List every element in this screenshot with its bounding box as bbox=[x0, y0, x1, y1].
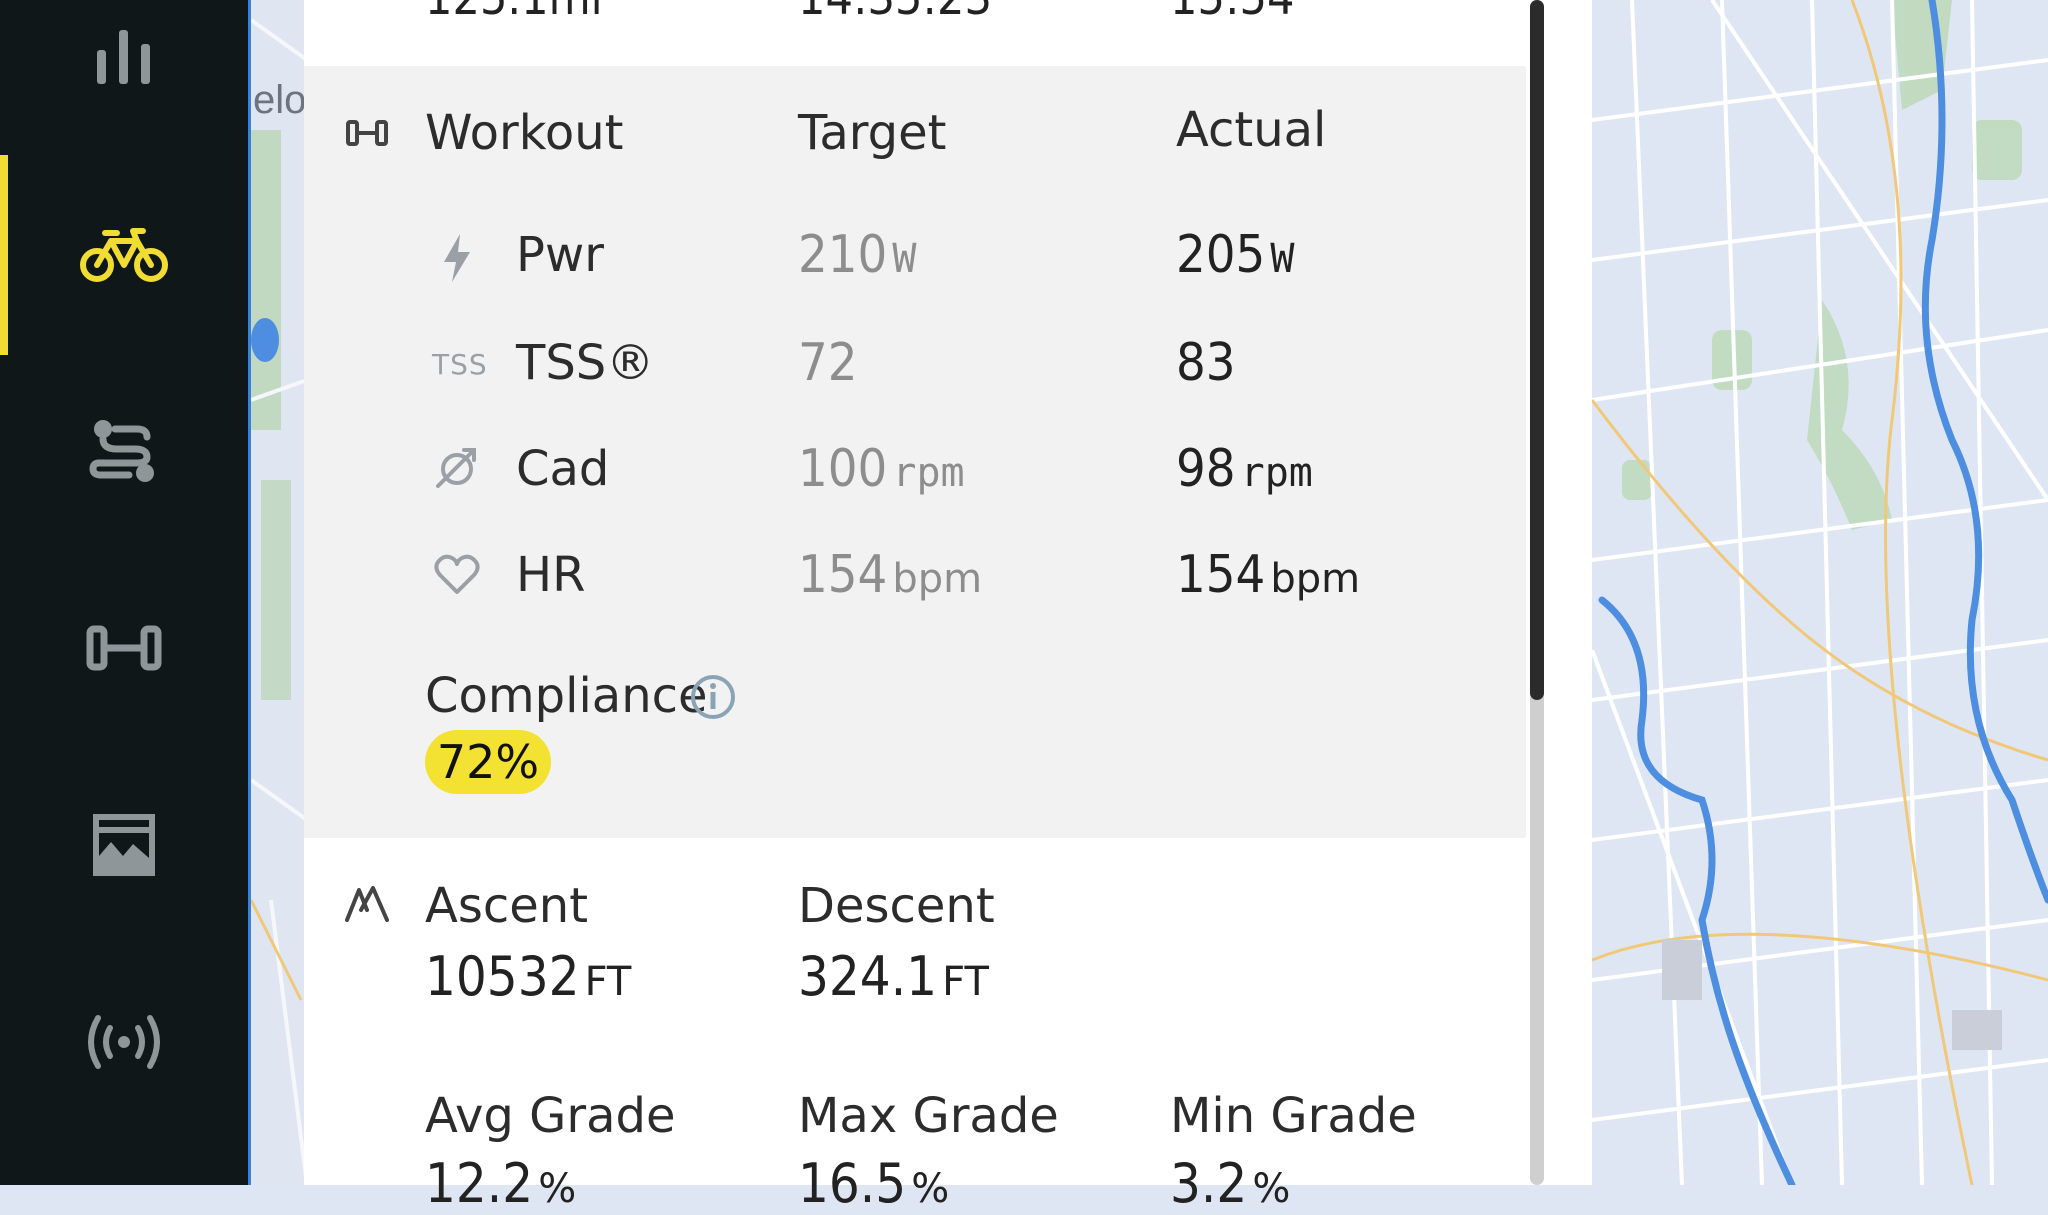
actual-header: Actual bbox=[1176, 102, 1327, 158]
hr-label: HR bbox=[516, 547, 586, 603]
cad-label: Cad bbox=[516, 441, 610, 497]
broadcast-icon bbox=[88, 1015, 160, 1069]
summary-distance: 125.1mi bbox=[425, 0, 603, 26]
mountains-icon bbox=[345, 886, 389, 922]
hr-actual: 154 bpm bbox=[1176, 545, 1361, 605]
descent-label: Descent bbox=[798, 878, 995, 934]
sidebar-item-ride[interactable] bbox=[0, 155, 248, 355]
image-chart-icon bbox=[93, 814, 155, 876]
pwr-target: 210 W bbox=[798, 225, 917, 285]
lightning-icon bbox=[444, 234, 470, 282]
tss-icon: TSS bbox=[432, 348, 488, 381]
sidebar-item-live[interactable] bbox=[0, 942, 248, 1142]
dumbbell-icon bbox=[346, 120, 388, 146]
sidebar-item-analysis[interactable] bbox=[0, 745, 248, 945]
cadence-icon bbox=[436, 448, 476, 488]
tss-actual: 83 bbox=[1176, 333, 1236, 393]
avg-grade-value: 12.2 % bbox=[425, 1152, 577, 1215]
cad-target: 100 rpm bbox=[798, 439, 965, 499]
sidebar-item-workouts[interactable] bbox=[0, 548, 248, 748]
descent-value: 324.1 FT bbox=[798, 945, 989, 1008]
info-icon[interactable] bbox=[690, 674, 736, 720]
compliance-label: Compliance bbox=[425, 668, 708, 724]
workout-title: Workout bbox=[425, 105, 624, 161]
map-view[interactable] bbox=[1592, 0, 2048, 1185]
sidebar-item-routes[interactable] bbox=[0, 352, 248, 552]
dumbbell-icon bbox=[86, 625, 162, 671]
bar-chart-icon bbox=[97, 30, 150, 84]
map-place-label: elo bbox=[253, 78, 307, 122]
target-header: Target bbox=[798, 105, 947, 161]
ascent-label: Ascent bbox=[425, 878, 589, 934]
min-grade-value: 3.2 % bbox=[1170, 1152, 1291, 1215]
pwr-actual: 205 W bbox=[1176, 225, 1295, 285]
ascent-value: 10532 FT bbox=[425, 945, 632, 1008]
summary-third: 15:54 bbox=[1170, 0, 1294, 26]
app-sidebar bbox=[0, 0, 248, 1185]
summary-time: 14:35:23 bbox=[798, 0, 992, 26]
max-grade-label: Max Grade bbox=[798, 1088, 1059, 1144]
compliance-badge: 72% bbox=[425, 730, 551, 794]
heart-icon bbox=[434, 554, 480, 594]
cad-actual: 98 rpm bbox=[1176, 439, 1313, 499]
max-grade-value: 16.5 % bbox=[798, 1152, 950, 1215]
min-grade-label: Min Grade bbox=[1170, 1088, 1417, 1144]
tss-target: 72 bbox=[798, 333, 858, 393]
scrollbar-thumb[interactable] bbox=[1530, 0, 1544, 700]
avg-grade-label: Avg Grade bbox=[425, 1088, 676, 1144]
bike-icon bbox=[80, 228, 168, 282]
hr-target: 154 bpm bbox=[798, 545, 983, 605]
sidebar-item-stats[interactable] bbox=[0, 0, 248, 155]
pwr-label: Pwr bbox=[516, 227, 604, 283]
route-icon bbox=[89, 420, 154, 482]
tss-label: TSS® bbox=[516, 335, 655, 391]
map-strip-left[interactable]: elo bbox=[248, 0, 307, 1185]
